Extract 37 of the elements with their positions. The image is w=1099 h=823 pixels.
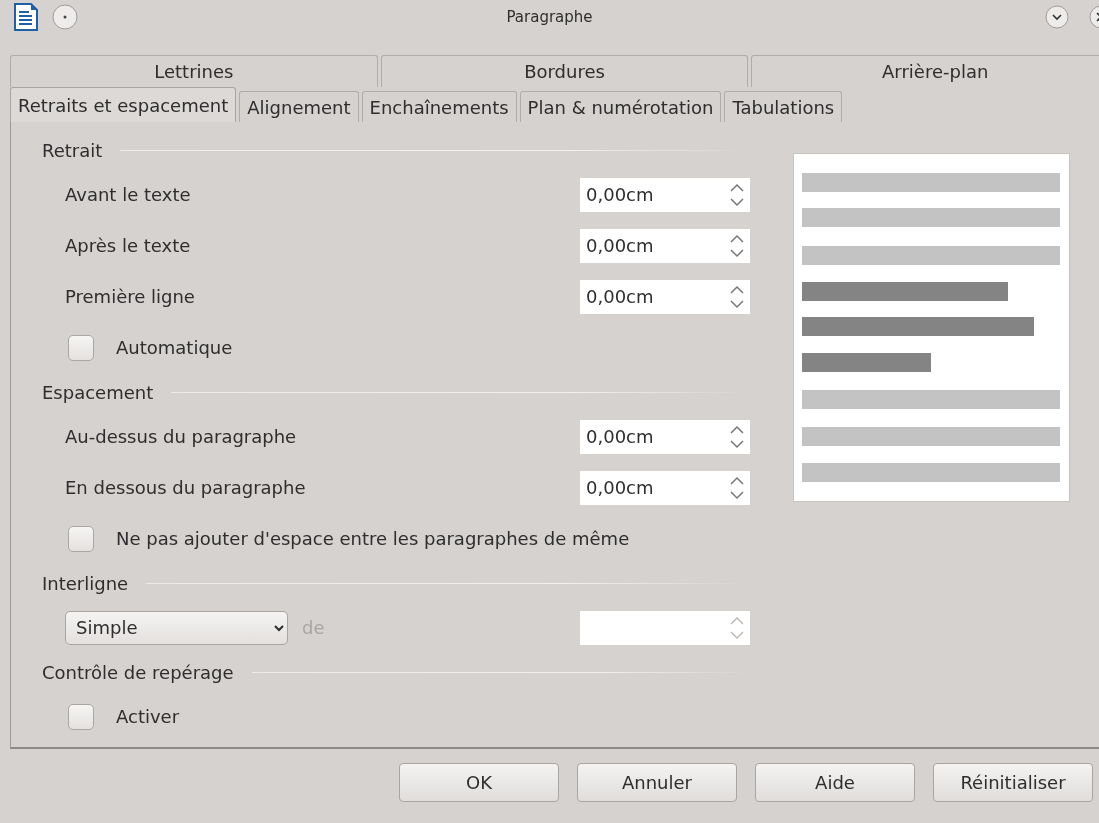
minimize-icon[interactable] [1045, 5, 1069, 29]
checkbox[interactable] [68, 525, 94, 552]
field-label: Après le texte [65, 235, 191, 256]
section-heading: Contrôle de repérage [42, 661, 234, 683]
field-label: Au-dessus du paragraphe [65, 426, 297, 447]
tab[interactable]: Arrière-plan [751, 55, 1099, 87]
spin-field[interactable]: 0,00cm [580, 470, 750, 505]
tab[interactable]: Alignement [239, 91, 359, 122]
tab[interactable]: Enchaînements [361, 91, 517, 122]
spin-field[interactable]: 0,00cm [580, 228, 750, 263]
tab[interactable]: Lettrines [10, 55, 378, 87]
menu-circle-icon[interactable] [51, 3, 79, 31]
dialog-button[interactable]: OK [399, 763, 559, 802]
dialog-button[interactable]: Réinitialiser [933, 763, 1093, 802]
dialog-button[interactable]: Aide [755, 763, 915, 802]
field-label: Avant le texte [65, 184, 191, 205]
checkbox[interactable] [68, 334, 94, 361]
spin-field[interactable]: 0,00cm [580, 279, 750, 314]
section-heading: Espacement [42, 381, 154, 403]
tab[interactable]: Bordures [380, 55, 749, 87]
spin-field[interactable] [580, 610, 750, 645]
field-label: Première ligne [65, 286, 195, 307]
tab[interactable]: Plan & numérotation [519, 91, 722, 122]
section-heading: Interligne [42, 572, 129, 594]
dialog-button[interactable]: Annuler [577, 763, 737, 802]
field-label: En dessous du paragraphe [65, 477, 306, 498]
window-title: Paragraphe [506, 8, 593, 26]
spin-field[interactable]: 0,00cm [580, 419, 750, 454]
document-icon[interactable] [13, 3, 39, 31]
tab[interactable]: Retraits et espacement [10, 87, 237, 122]
spin-field[interactable]: 0,00cm [580, 177, 750, 212]
checkbox-label: Ne pas ajouter d'espace entre les paragraphes de même [116, 528, 630, 549]
tab[interactable]: Tabulations [724, 91, 843, 122]
checkbox[interactable] [68, 703, 94, 730]
section-heading: Retrait [42, 139, 103, 161]
checkbox-label: Activer [116, 706, 180, 727]
checkbox-label: Automatique [116, 337, 233, 358]
